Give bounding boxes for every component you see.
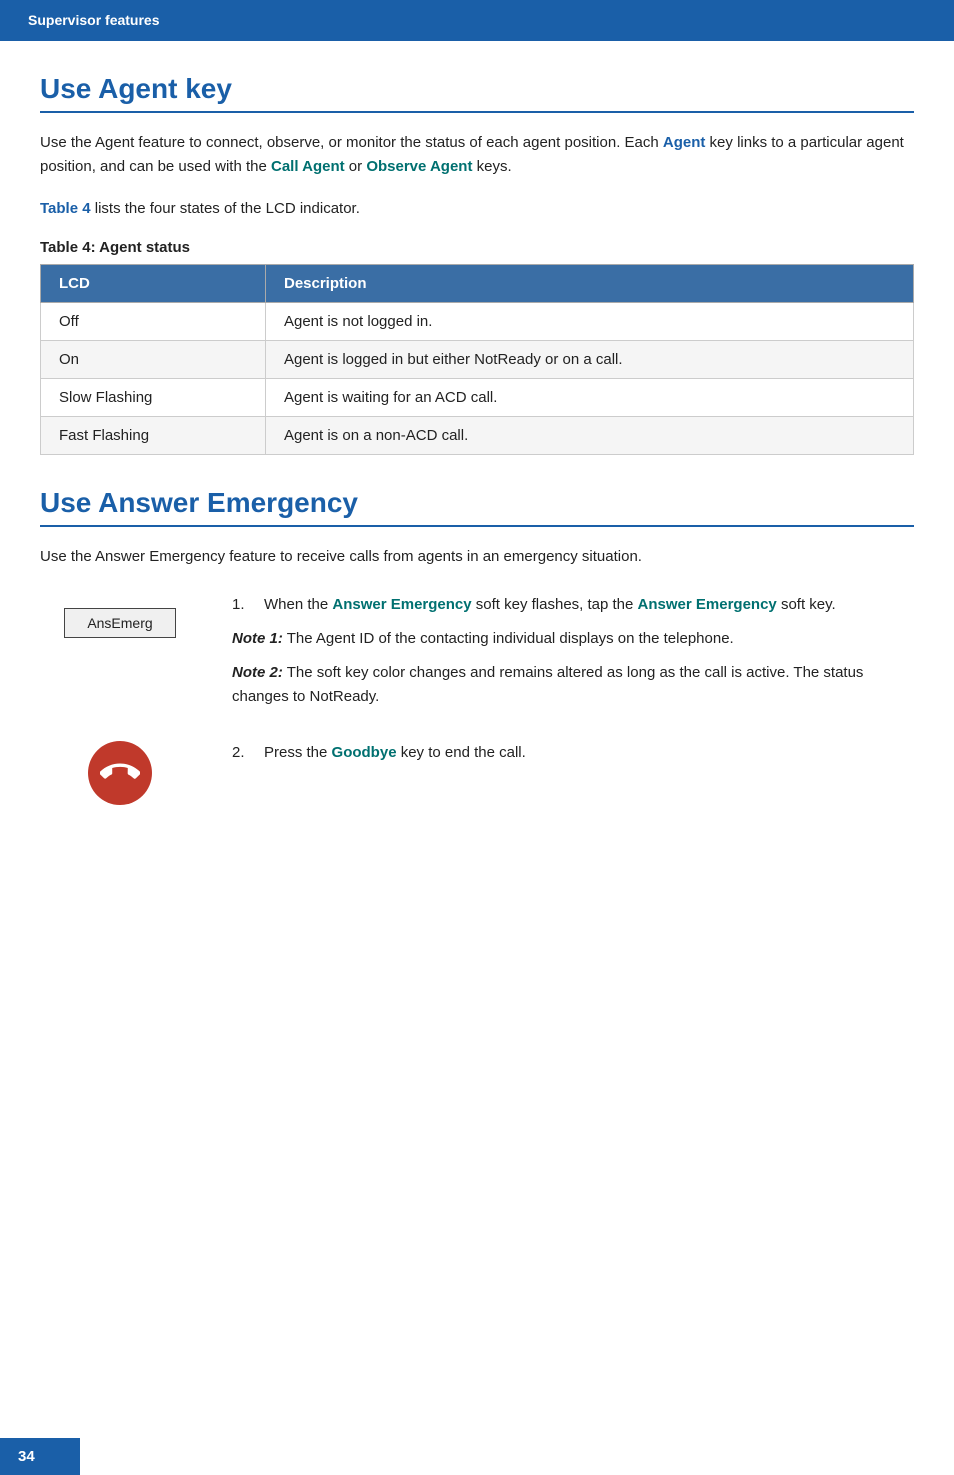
header-bar: Supervisor features [0,0,954,41]
section2-intro: Use the Answer Emergency feature to rece… [40,545,914,569]
table-ref-after: lists the four states of the LCD indicat… [91,200,360,217]
table-ref-para: Table 4 lists the four states of the LCD… [40,197,914,221]
table-row: Slow FlashingAgent is waiting for an ACD… [41,379,914,417]
step-image-1: AnsEmerg [40,593,200,653]
section2-title: Use Answer Emergency [40,487,914,527]
section1-intro: Use the Agent feature to connect, observ… [40,131,914,179]
step-number-row: 2. Press the Goodbye key to end the call. [232,741,914,765]
step-note-2: Note 2: The soft key color changes and r… [232,661,914,709]
table-row: Fast FlashingAgent is on a non-ACD call. [41,417,914,455]
agent-status-table: LCD Description OffAgent is not logged i… [40,264,914,455]
step-row: 2. Press the Goodbye key to end the call. [40,741,914,805]
table-row: OffAgent is not logged in. [41,303,914,341]
section1-intro4: keys. [472,158,511,175]
page-footer: 34 [0,1438,80,1475]
table-header-row: LCD Description [41,265,914,303]
step-row: AnsEmerg 1. When the Answer Emergency soft… [40,593,914,709]
step-content-1: 1. When the Answer Emergency soft key fla… [232,593,914,709]
agent-keyword[interactable]: Agent [663,134,706,151]
step-bold1: Answer Emergency [332,596,471,613]
table-label: Table 4: Agent status [40,239,914,256]
lcd-cell: On [41,341,266,379]
call-agent-keyword[interactable]: Call Agent [271,158,345,175]
desc-cell: Agent is waiting for an ACD call. [265,379,913,417]
step-text: When the Answer Emergency soft key flash… [264,593,836,617]
goodbye-phone-icon [88,741,152,805]
col-lcd: LCD [41,265,266,303]
step-num: 1. [232,593,254,617]
table-row: OnAgent is logged in but either NotReady… [41,341,914,379]
step-content-2: 2. Press the Goodbye key to end the call. [232,741,914,765]
step-num: 2. [232,741,254,765]
page-number: 34 [18,1448,35,1465]
ans-emerg-button[interactable]: AnsEmerg [64,608,175,638]
section1-title: Use Agent key [40,73,914,113]
step-text: Press the Goodbye key to end the call. [264,741,526,765]
desc-cell: Agent is logged in but either NotReady o… [265,341,913,379]
step-bold1: Goodbye [332,744,397,761]
lcd-cell: Slow Flashing [41,379,266,417]
note-label: Note 1: [232,630,283,647]
desc-cell: Agent is on a non-ACD call. [265,417,913,455]
step-bold2: Answer Emergency [638,596,777,613]
step-number-row: 1. When the Answer Emergency soft key fla… [232,593,914,617]
section1-intro-text: Use the Agent feature to connect, observ… [40,134,663,151]
lcd-cell: Off [41,303,266,341]
lcd-cell: Fast Flashing [41,417,266,455]
step-note-1: Note 1: The Agent ID of the contacting i… [232,627,914,651]
main-content: Use Agent key Use the Agent feature to c… [0,73,954,865]
steps-section: AnsEmerg 1. When the Answer Emergency soft… [40,593,914,805]
section1-intro3: or [345,158,367,175]
observe-agent-keyword[interactable]: Observe Agent [366,158,472,175]
desc-cell: Agent is not logged in. [265,303,913,341]
step-image-2 [40,741,200,805]
col-description: Description [265,265,913,303]
table4-ref[interactable]: Table 4 [40,200,91,217]
note-label: Note 2: [232,664,283,681]
header-label: Supervisor features [28,12,160,28]
